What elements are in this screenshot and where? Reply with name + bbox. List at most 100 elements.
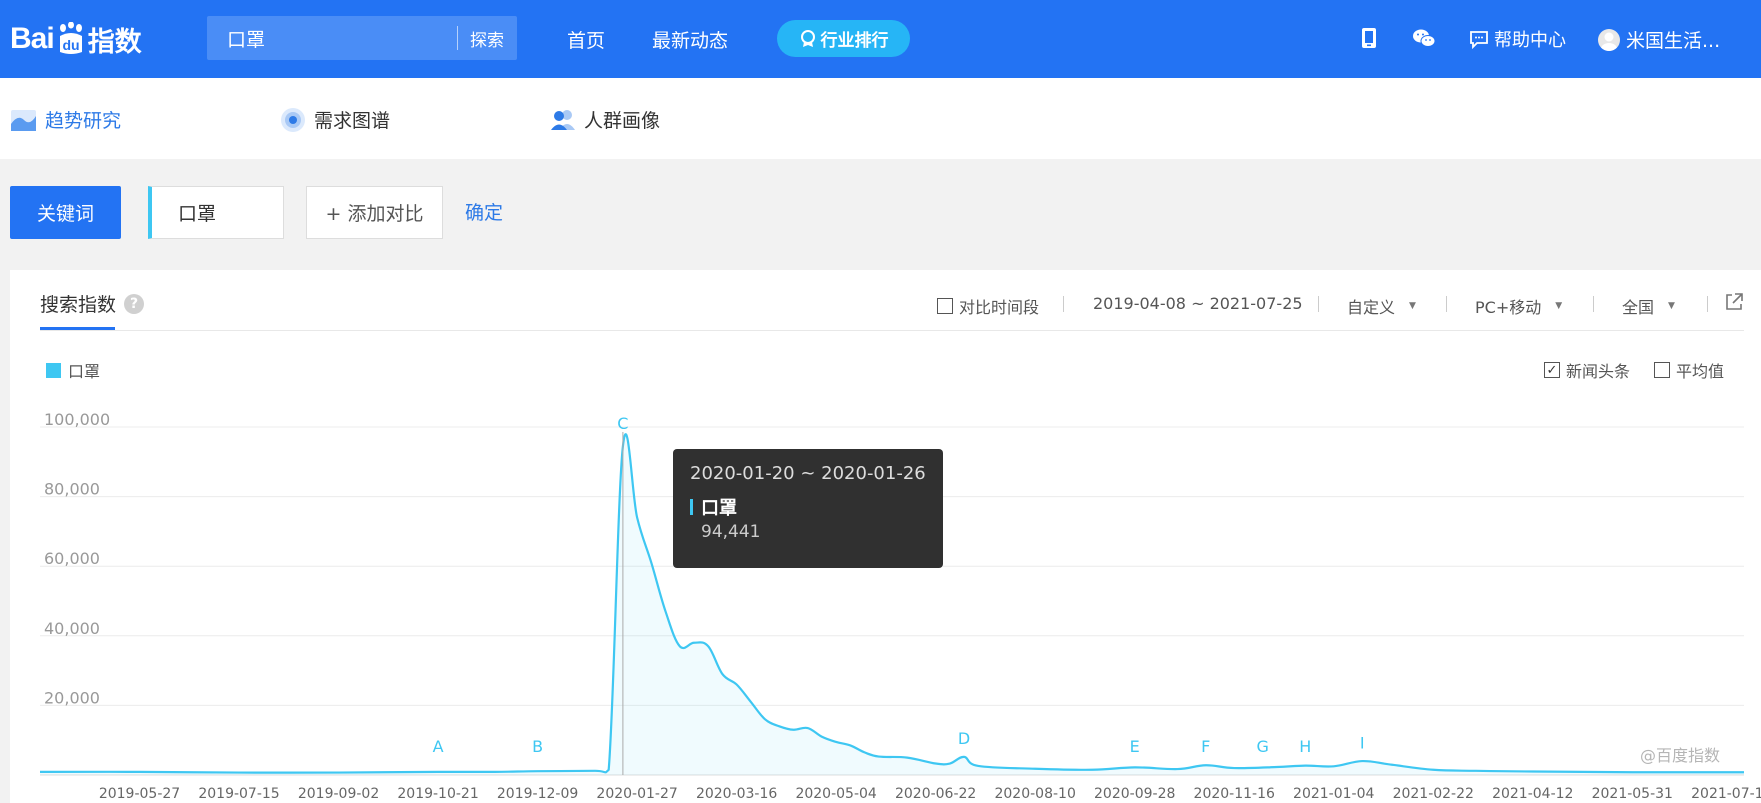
tooltip-range: 2020-01-20 ~ 2020-01-26 [690,463,926,484]
tooltip-series-marker [690,499,693,515]
custom-period-select[interactable]: 自定义 ▼ [1347,294,1416,318]
people-icon [551,109,575,130]
separator [1593,296,1594,312]
annotation-marker: A [433,737,444,756]
custom-period-label: 自定义 [1347,298,1396,317]
date-range-label: 2019-04-08 ~ 2021-07-25 [1093,294,1303,313]
x-tick-label: 2020-11-16 [1194,786,1275,802]
y-tick-label: 100,000 [44,410,110,429]
x-tick-label: 2021-01-04 [1293,786,1374,802]
news-headlines-toggle[interactable]: ✓ 新闻头条 [1544,358,1630,382]
subnav-trend-research[interactable]: 趋势研究 [10,106,121,133]
search-index-panel: 100,000 80,000 60,000 40,000 20,000 2019-05-2… [10,270,1761,803]
y-tick-label: 40,000 [44,619,100,638]
annotation-marker: H [1299,737,1311,756]
date-range-picker[interactable]: 2019-04-08 ~ 2021-07-25 [1093,294,1303,313]
sub-nav: 趋势研究 需求图谱 人群画像 [0,78,1761,159]
tooltip-series: 口罩 [701,498,737,519]
annotation-marker: E [1130,737,1140,756]
add-compare-button[interactable]: + 添加对比 [306,186,443,239]
caret-down-icon: ▼ [1668,301,1675,311]
x-tick-label: 2019-10-21 [397,786,478,802]
paw-icon: du [56,21,86,56]
baidu-index-logo[interactable]: Bai du 指数 [10,14,142,64]
svg-text:du: du [62,37,79,53]
mobile-icon[interactable] [1357,26,1381,50]
panel-title[interactable]: 搜索指数 ? [40,290,145,317]
y-tick-label: 80,000 [44,480,100,499]
search-box: 探索 [207,16,517,60]
target-icon [281,107,305,132]
x-tick-label: 2020-03-16 [696,786,777,802]
annotation-marker: D [958,729,970,748]
legend-swatch [46,362,61,378]
avatar [1598,28,1620,51]
average-label: 平均值 [1676,362,1725,381]
x-tick-label: 2019-05-27 [99,786,180,802]
chat-bubble-icon [1470,31,1488,50]
annotation-marker: B [532,737,543,756]
username: 米国生活... [1626,30,1721,52]
logo-cn: 指数 [87,26,142,58]
x-tick-label: 2021-07-19 [1691,786,1761,802]
average-checkbox[interactable] [1654,362,1670,378]
search-input[interactable] [207,16,457,60]
search-button[interactable]: 探索 [458,26,516,51]
subnav-demand-map[interactable]: 需求图谱 [280,106,390,133]
annotation-marker: F [1201,737,1210,756]
industry-rank-label: 行业排行 [820,31,889,51]
annotation-marker: I [1360,733,1365,752]
logo-text: Bai [10,22,55,55]
average-toggle[interactable]: 平均值 [1654,358,1724,382]
x-tick-label: 2020-06-22 [895,786,976,802]
separator [1063,296,1064,312]
wechat-icon[interactable] [1412,26,1436,50]
separator [1318,296,1319,312]
x-tick-label: 2020-05-04 [795,786,876,802]
x-tick-label: 2019-09-02 [298,786,379,802]
annotation-marker: G [1256,737,1268,756]
news-headlines-label: 新闻头条 [1566,362,1631,381]
help-center-label: 帮助中心 [1494,30,1566,51]
help-question-icon[interactable]: ? [124,293,145,314]
separator [1446,296,1447,312]
x-tick-label: 2020-01-27 [596,786,677,802]
news-headlines-checkbox[interactable]: ✓ [1544,362,1560,378]
external-link-icon[interactable] [1724,292,1744,312]
confirm-button[interactable]: 确定 [465,198,503,225]
tooltip-value: 94,441 [701,522,761,542]
help-center-link[interactable]: 帮助中心 [1468,26,1566,52]
nav-home[interactable]: 首页 [567,26,605,53]
keyword-field[interactable]: 口罩 [148,186,284,239]
tooltip-series-row: 口罩 [690,494,926,520]
x-tick-label: 2020-09-28 [1094,786,1175,802]
device-label: PC+移动 [1475,298,1542,317]
x-tick-label: 2019-12-09 [497,786,578,802]
subnav-trend-label: 趋势研究 [45,110,122,132]
top-bar: Bai du 指数 探索 首页 最新动态 行业排行 [0,0,1761,78]
subnav-crowd-profile[interactable]: 人群画像 [550,106,660,133]
subnav-demand-label: 需求图谱 [314,110,391,132]
caret-down-icon: ▼ [1409,301,1416,311]
keyword-tab[interactable]: 关键词 [10,186,121,239]
watermark: @百度指数 [1640,746,1721,765]
x-tick-label: 2020-08-10 [994,786,1075,802]
compare-period-checkbox[interactable] [937,298,953,314]
industry-rank-button[interactable]: 行业排行 [777,20,910,57]
annotation-marker: C [617,414,628,433]
compare-period-toggle[interactable]: 对比时间段 [937,294,1039,318]
medal-icon [800,29,815,47]
nav-latest-news[interactable]: 最新动态 [652,26,728,53]
subnav-crowd-label: 人群画像 [584,110,661,132]
y-tick-label: 20,000 [44,688,100,707]
chart-legend[interactable]: 口罩 [46,358,100,382]
panel-divider [40,330,1744,331]
x-tick-label: 2019-07-15 [198,786,279,802]
legend-label: 口罩 [68,362,101,381]
region-select[interactable]: 全国 ▼ [1622,294,1675,318]
device-select[interactable]: PC+移动 ▼ [1475,294,1562,318]
user-menu[interactable]: 米国生活... [1598,26,1720,53]
caret-down-icon: ▼ [1555,301,1563,311]
x-tick-label: 2021-05-31 [1592,786,1673,802]
x-tick-label: 2021-04-12 [1492,786,1573,802]
